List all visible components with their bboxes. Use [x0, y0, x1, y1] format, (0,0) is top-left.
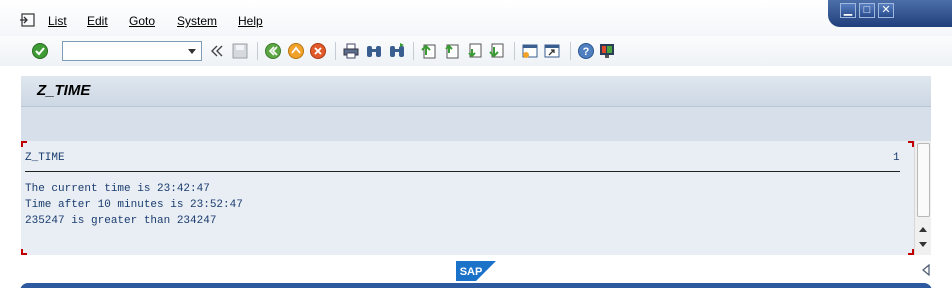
header-divider	[25, 171, 900, 172]
toolbar-separator	[413, 42, 414, 60]
chevron-down-icon[interactable]	[186, 45, 198, 57]
list-output: Z_TIME 1 The current time is 23:42:47 Ti…	[21, 141, 914, 255]
scroll-down-icon[interactable]	[918, 241, 928, 249]
corner-marker	[21, 141, 27, 147]
customize-layout-icon[interactable]	[598, 42, 616, 60]
list-line[interactable]: Time after 10 minutes is 23:52:47	[25, 199, 243, 211]
enter-icon[interactable]	[31, 42, 49, 60]
scrollbar-thumb[interactable]	[917, 143, 930, 217]
next-page-icon[interactable]	[466, 42, 484, 60]
menu-goto[interactable]: Goto	[129, 14, 155, 28]
first-page-icon[interactable]	[420, 42, 438, 60]
vertical-scrollbar[interactable]	[914, 141, 931, 255]
menu-goto-label: Goto	[129, 14, 156, 28]
maximize-button[interactable]: □	[859, 3, 875, 18]
close-button[interactable]: ✕	[878, 3, 894, 18]
scroll-up-icon[interactable]	[918, 225, 928, 233]
toolbar-separator	[335, 42, 336, 60]
toolbar: ?	[0, 36, 952, 66]
toolbar-separator	[570, 42, 571, 60]
list-page-number: 1	[893, 152, 900, 164]
help-icon[interactable]: ?	[577, 42, 595, 60]
menu-help[interactable]: Help	[238, 14, 263, 28]
menu-system-label: System	[177, 14, 218, 28]
menu-edit-label: Edit	[87, 14, 108, 28]
minimize-button[interactable]: ▁	[840, 3, 856, 18]
collapse-arrow-icon[interactable]	[921, 264, 931, 276]
double-chevron-left-icon[interactable]	[208, 42, 226, 60]
command-field[interactable]	[62, 41, 202, 61]
cancel-icon[interactable]	[309, 42, 327, 60]
toolbar-separator	[514, 42, 515, 60]
find-icon[interactable]	[365, 42, 383, 60]
back-icon[interactable]	[264, 42, 282, 60]
exit-icon[interactable]	[287, 42, 305, 60]
print-icon[interactable]	[342, 42, 360, 60]
menu-help-label: Help	[238, 14, 263, 28]
menu-list-label: List	[48, 14, 67, 28]
corner-marker	[21, 249, 27, 255]
menu-system[interactable]: System	[177, 14, 217, 28]
application-toolbar	[21, 107, 931, 141]
toolbar-separator	[257, 42, 258, 60]
shortcut-icon[interactable]	[543, 42, 561, 60]
window-controls: ▁ □ ✕	[828, 0, 952, 27]
status-bar	[20, 283, 932, 288]
find-next-icon[interactable]	[388, 42, 406, 60]
svg-text:?: ?	[583, 46, 590, 58]
menu-list[interactable]: List	[48, 14, 67, 28]
create-session-icon[interactable]	[521, 42, 539, 60]
menu-edit[interactable]: Edit	[87, 14, 108, 28]
last-page-icon[interactable]	[488, 42, 506, 60]
menu-icon[interactable]	[19, 12, 37, 28]
svg-text:SAP: SAP	[460, 266, 483, 278]
save-icon[interactable]	[231, 42, 249, 60]
previous-page-icon[interactable]	[443, 42, 461, 60]
list-header-title: Z_TIME	[25, 152, 65, 164]
page-title: Z_TIME	[37, 82, 91, 99]
list-line[interactable]: 235247 is greater than 234247	[25, 215, 216, 227]
list-line[interactable]: The current time is 23:42:47	[25, 183, 210, 195]
sap-logo: SAP	[456, 261, 496, 281]
menu-bar: List Edit Goto System Help	[0, 0, 952, 40]
title-bar: Z_TIME	[21, 76, 931, 107]
